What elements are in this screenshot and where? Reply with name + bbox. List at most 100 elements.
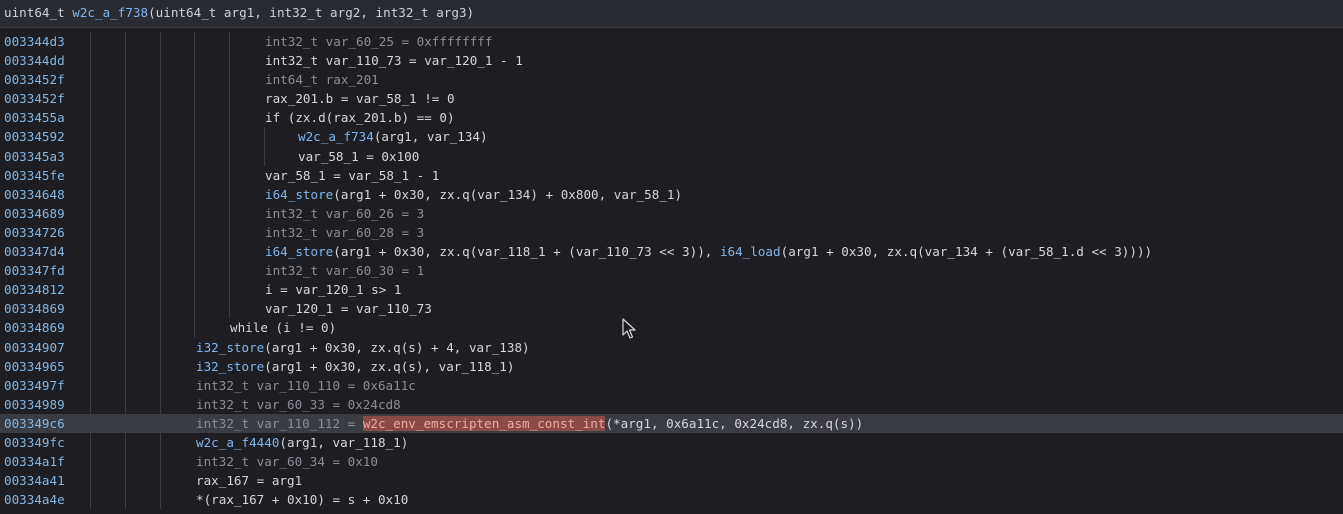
line-address[interactable]: 00334965: [4, 357, 65, 376]
line-address[interactable]: 0033497f: [4, 376, 65, 395]
code-line[interactable]: 00334592 w2c_a_f734(arg1, var_134)w2c_a_f…: [0, 127, 1343, 147]
code-text[interactable]: int32_t var_60_33 = 0x24cd8: [196, 395, 401, 414]
code-line[interactable]: 00334965 i32_store(arg1 + 0x30, zx.q(s), …: [0, 356, 1343, 376]
indent-guide: [90, 51, 91, 71]
line-address[interactable]: 00334a1f: [4, 452, 65, 471]
code-line[interactable]: 00334989 int32_t var_60_33 = 0x24cd8: [0, 394, 1343, 414]
code-args: (arg1 + 0x30, zx.q(var_134 + (var_58_1.d…: [780, 244, 1153, 260]
code-line[interactable]: 003344d3 int32_t var_60_25 = 0xffffffff: [0, 32, 1343, 52]
indent-guide: [125, 222, 126, 243]
function-call[interactable]: i32_store: [196, 340, 264, 355]
code-line[interactable]: 0033497f int32_t var_110_110 = 0x6a11c: [0, 375, 1343, 395]
code-line[interactable]: 00334689 int32_t var_60_26 = 3: [0, 203, 1343, 223]
line-address[interactable]: 00334812: [4, 280, 65, 299]
code-line[interactable]: 00334869 while (i != 0): [0, 318, 1343, 338]
code-line[interactable]: 00334a4e *(rax_167 + 0x10) = s + 0x10: [0, 490, 1343, 510]
code-line[interactable]: 003349c6 int32_t var_110_112 = w2c_env_em…: [0, 413, 1343, 433]
code-text[interactable]: int32_t var_60_26 = 3: [265, 204, 424, 223]
code-line[interactable]: 003345fe var_58_1 = var_58_1 - 1: [0, 165, 1343, 185]
code-text[interactable]: if (zx.d(rax_201.b) == 0): [265, 108, 455, 127]
code-text[interactable]: i64_store(arg1 + 0x30, zx.q(var_134) + 0…: [265, 185, 682, 204]
code-line[interactable]: 0033452f rax_201.b = var_58_1 != 0: [0, 89, 1343, 109]
code-line[interactable]: 00334907 i32_store(arg1 + 0x30, zx.q(s) +…: [0, 337, 1343, 357]
line-address[interactable]: 003349fc: [4, 433, 65, 452]
code-text[interactable]: int32_t var_60_25 = 0xffffffff: [265, 32, 492, 51]
code-line[interactable]: 003345a3 var_58_1 = 0x100: [0, 146, 1343, 166]
line-address[interactable]: 0033455a: [4, 108, 65, 127]
code-line[interactable]: 003349fc w2c_a_f4440(arg1, var_118_1)w2c_…: [0, 432, 1343, 453]
function-name[interactable]: w2c_a_f738: [72, 5, 148, 20]
code-text[interactable]: int32_t var_110_73 = var_120_1 - 1: [265, 51, 523, 70]
code-line[interactable]: 00334812 i = var_120_1 s> 1: [0, 280, 1343, 300]
code-line[interactable]: 00334648 i64_store(arg1 + 0x30, zx.q(var_…: [0, 184, 1343, 204]
line-address[interactable]: 00334a41: [4, 471, 65, 490]
function-call[interactable]: w2c_a_f4440: [196, 435, 279, 450]
line-address[interactable]: 00334907: [4, 338, 65, 357]
code-text[interactable]: w2c_a_f734(arg1, var_134)w2c_a_f734(arg1…: [298, 127, 488, 146]
code-line[interactable]: 003344dd int32_t var_110_73 = var_120_1 -…: [0, 51, 1343, 71]
line-address[interactable]: 003345a3: [4, 147, 65, 166]
code-line[interactable]: 00334a1f int32_t var_60_34 = 0x10: [0, 452, 1343, 472]
code-text[interactable]: int32_t var_110_110 = 0x6a11c: [196, 376, 416, 395]
line-address[interactable]: 003349c6: [4, 414, 65, 433]
indent-guide: [90, 452, 91, 472]
code-text[interactable]: rax_201.b = var_58_1 != 0: [265, 89, 455, 108]
code-text[interactable]: i32_store(arg1 + 0x30, zx.q(s) + 4, var_…: [196, 338, 530, 357]
indent-guide: [90, 32, 91, 52]
line-address[interactable]: 003344dd: [4, 51, 65, 70]
line-address[interactable]: 003347fd: [4, 261, 65, 280]
line-address[interactable]: 00334989: [4, 395, 65, 414]
indent-guide: [90, 299, 91, 319]
line-address[interactable]: 003345fe: [4, 166, 65, 185]
line-address[interactable]: 00334592: [4, 127, 65, 146]
code-line[interactable]: 0033455a if (zx.d(rax_201.b) == 0): [0, 108, 1343, 128]
code-line[interactable]: 0033452f int64_t rax_201: [0, 70, 1343, 90]
code-text[interactable]: rax_167 = arg1: [196, 471, 302, 490]
function-call[interactable]: i32_store: [196, 359, 264, 374]
indent-guide: [194, 51, 195, 71]
indent-guide: [90, 203, 91, 223]
function-call[interactable]: i64_store: [265, 244, 333, 259]
code-text[interactable]: var_58_1 = 0x100: [298, 147, 419, 166]
line-address[interactable]: 00334a4e: [4, 490, 65, 509]
code-text[interactable]: w2c_a_f4440(arg1, var_118_1)w2c_a_f4440(…: [196, 433, 408, 452]
code-text[interactable]: *(rax_167 + 0x10) = s + 0x10: [196, 490, 408, 509]
code-line[interactable]: 00334726 int32_t var_60_28 = 3: [0, 222, 1343, 243]
code-text[interactable]: int32_t var_110_112 = w2c_env_emscripten…: [196, 414, 863, 433]
code-text[interactable]: while (i != 0): [230, 318, 336, 337]
indent-guide: [125, 452, 126, 472]
function-call[interactable]: w2c_a_f734: [298, 129, 374, 144]
line-address[interactable]: 003344d3: [4, 32, 65, 51]
line-address[interactable]: 0033452f: [4, 89, 65, 108]
code-line[interactable]: 003347d4 i64_store(arg1 + 0x30, zx.q(var_…: [0, 242, 1343, 262]
code-text[interactable]: var_58_1 = var_58_1 - 1: [265, 166, 439, 185]
indent-guide: [194, 70, 195, 90]
line-address[interactable]: 00334726: [4, 223, 65, 242]
code-text[interactable]: int32_t var_60_28 = 3: [265, 223, 424, 242]
code-text[interactable]: i64_store(arg1 + 0x30, zx.q(var_118_1 + …: [265, 242, 1152, 261]
line-address[interactable]: 0033452f: [4, 70, 65, 89]
indent-guide: [229, 146, 230, 166]
code-text[interactable]: int32_t var_60_30 = 1: [265, 261, 424, 280]
indent-guide: [160, 280, 161, 300]
line-address[interactable]: 00334648: [4, 185, 65, 204]
code-text[interactable]: i32_store(arg1 + 0x30, zx.q(s), var_118_…: [196, 357, 514, 376]
function-call[interactable]: i64_load: [720, 244, 781, 259]
line-address[interactable]: 00334689: [4, 204, 65, 223]
line-address[interactable]: 003347d4: [4, 242, 65, 261]
code-line[interactable]: 003347fd int32_t var_60_30 = 1: [0, 261, 1343, 281]
indent-guide: [125, 184, 126, 204]
indent-guide: [90, 222, 91, 243]
code-text[interactable]: int32_t var_60_34 = 0x10: [196, 452, 378, 471]
line-address[interactable]: 00334869: [4, 299, 65, 318]
indent-guide: [160, 242, 161, 262]
code-line[interactable]: 00334869 var_120_1 = var_110_73: [0, 299, 1343, 319]
code-text[interactable]: int64_t rax_201: [265, 70, 379, 89]
function-call[interactable]: i64_store: [265, 187, 333, 202]
line-address[interactable]: 00334869: [4, 318, 65, 337]
code-text[interactable]: var_120_1 = var_110_73: [265, 299, 432, 318]
code-text[interactable]: i = var_120_1 s> 1: [265, 280, 401, 299]
highlighted-function-call[interactable]: w2c_env_emscripten_asm_const_int: [362, 415, 606, 431]
code-listing[interactable]: 003344d3 int32_t var_60_25 = 0xffffffff 00…: [0, 32, 1343, 514]
code-line[interactable]: 00334a41 rax_167 = arg1: [0, 471, 1343, 491]
